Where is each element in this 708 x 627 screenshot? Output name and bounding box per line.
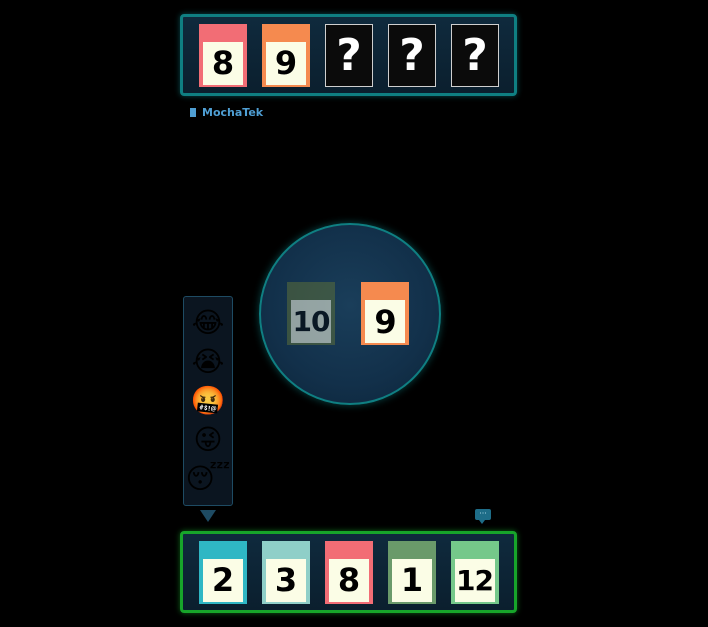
emoji-picker-toggle-icon[interactable] [200,510,216,522]
opponent-name-label: MochaTek [202,106,264,119]
emoji-crying-button[interactable]: 😭 [192,347,225,376]
card-color-band [261,540,310,561]
card-value: 1 [391,558,432,602]
player-card[interactable]: 8 [324,540,373,604]
emoji-cursing-button[interactable]: 🤬 [191,386,226,415]
card-color-band [387,540,436,561]
opponent-username: MochaTek [190,106,263,119]
card-color-band [361,282,409,302]
opponent-card-hidden: ? [387,23,436,87]
card-color-band [287,282,335,302]
card-value: 9 [265,41,306,85]
table-card: 9 [361,282,409,345]
card-value: 3 [265,558,306,602]
card-color-band [324,540,373,561]
card-value: 12 [454,558,495,602]
card-color-band [450,540,499,561]
card-value: 8 [328,558,369,602]
card-hidden-mark: ? [399,29,425,81]
player-card[interactable]: 2 [198,540,247,604]
card-color-band [261,23,310,44]
opponent-card-hidden: ? [450,23,499,87]
game-stage: 8 9 ? ? ? MochaTek 😴 10 9 😂 😭 🤬 😜 😴 ··· … [0,0,708,627]
emoji-sleeping-button[interactable]: 😴 [186,465,231,493]
emoji-laughing-button[interactable]: 😂 [192,308,225,337]
opponent-card: 9 [261,23,310,87]
chat-bubble-icon[interactable]: ··· [475,509,491,524]
emoji-picker: 😂 😭 🤬 😜 😴 [183,296,233,506]
player-card[interactable]: 3 [261,540,310,604]
card-value: 8 [202,41,243,85]
opponent-card: 8 [198,23,247,87]
player-card[interactable]: 12 [450,540,499,604]
card-hidden-mark: ? [336,29,362,81]
opponent-reaction-emoji: 😴 [323,107,388,153]
table-card: 10 [287,282,335,345]
card-value: 9 [365,300,405,343]
card-hidden-mark: ? [462,29,488,81]
emoji-winking-tongue-button[interactable]: 😜 [193,426,222,454]
player-hand: 2 3 8 1 12 [180,531,517,613]
opponent-card-hidden: ? [324,23,373,87]
status-indicator-icon [190,108,196,117]
opponent-hand: 8 9 ? ? ? [180,14,517,96]
card-value: 2 [202,558,243,602]
card-value: 10 [291,300,331,343]
card-color-band [198,540,247,561]
player-card[interactable]: 1 [387,540,436,604]
card-color-band [198,23,247,44]
